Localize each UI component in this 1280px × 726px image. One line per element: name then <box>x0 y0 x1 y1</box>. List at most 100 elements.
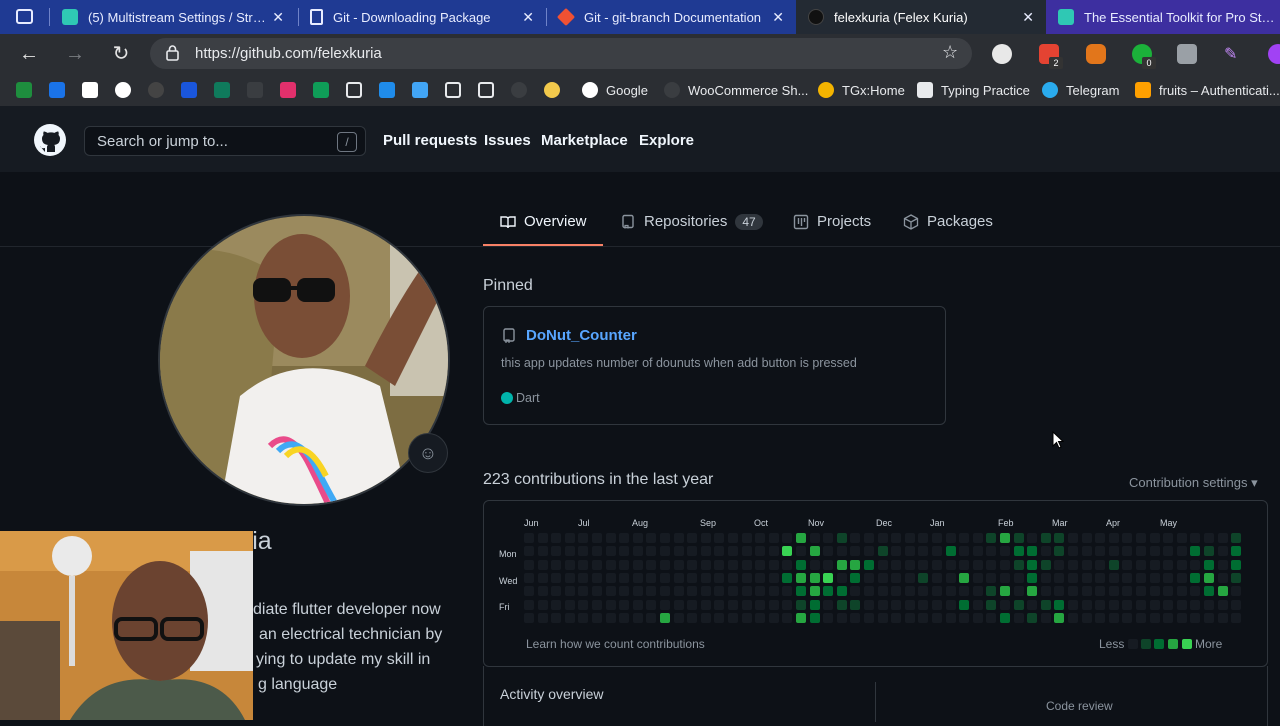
contribution-day-cell[interactable] <box>565 613 575 623</box>
contribution-day-cell[interactable] <box>1218 533 1228 543</box>
contribution-day-cell[interactable] <box>606 586 616 596</box>
contribution-day-cell[interactable] <box>1204 533 1214 543</box>
contribution-day-cell[interactable] <box>1027 546 1037 556</box>
contribution-day-cell[interactable] <box>1068 586 1078 596</box>
contribution-day-cell[interactable] <box>932 573 942 583</box>
contribution-day-cell[interactable] <box>755 546 765 556</box>
contribution-day-cell[interactable] <box>986 613 996 623</box>
bookmark[interactable] <box>379 80 403 100</box>
contribution-day-cell[interactable] <box>782 573 792 583</box>
contribution-day-cell[interactable] <box>1150 600 1160 610</box>
contribution-day-cell[interactable] <box>1082 546 1092 556</box>
contribution-day-cell[interactable] <box>932 586 942 596</box>
contribution-day-cell[interactable] <box>674 573 684 583</box>
contribution-day-cell[interactable] <box>660 600 670 610</box>
contribution-day-cell[interactable] <box>1041 586 1051 596</box>
contribution-day-cell[interactable] <box>619 573 629 583</box>
contribution-day-cell[interactable] <box>1218 613 1228 623</box>
contribution-day-cell[interactable] <box>769 586 779 596</box>
contribution-day-cell[interactable] <box>646 600 656 610</box>
contribution-day-cell[interactable] <box>878 573 888 583</box>
contribution-day-cell[interactable] <box>633 600 643 610</box>
contribution-day-cell[interactable] <box>850 586 860 596</box>
contribution-day-cell[interactable] <box>714 533 724 543</box>
contribution-day-cell[interactable] <box>1204 573 1214 583</box>
contribution-day-cell[interactable] <box>1218 560 1228 570</box>
contribution-day-cell[interactable] <box>850 613 860 623</box>
bookmark[interactable] <box>346 80 370 100</box>
contribution-day-cell[interactable] <box>728 533 738 543</box>
contribution-day-cell[interactable] <box>918 573 928 583</box>
contribution-day-cell[interactable] <box>1204 586 1214 596</box>
contribution-day-cell[interactable] <box>1150 573 1160 583</box>
contribution-day-cell[interactable] <box>905 600 915 610</box>
contribution-day-cell[interactable] <box>728 546 738 556</box>
search-input[interactable]: Search or jump to... / <box>84 126 366 156</box>
contribution-day-cell[interactable] <box>1150 560 1160 570</box>
contribution-day-cell[interactable] <box>606 573 616 583</box>
contribution-day-cell[interactable] <box>1204 546 1214 556</box>
contribution-day-cell[interactable] <box>837 560 847 570</box>
bookmark-woocommerce[interactable]: WooCommerce Sh... <box>664 80 808 100</box>
contribution-day-cell[interactable] <box>1150 533 1160 543</box>
contribution-day-cell[interactable] <box>864 586 874 596</box>
contribution-day-cell[interactable] <box>714 546 724 556</box>
contribution-day-cell[interactable] <box>728 600 738 610</box>
contribution-day-cell[interactable] <box>1068 560 1078 570</box>
contribution-day-cell[interactable] <box>1027 573 1037 583</box>
bookmark-tgx[interactable]: TGx:Home <box>818 80 905 100</box>
contribution-day-cell[interactable] <box>837 613 847 623</box>
contribution-day-cell[interactable] <box>986 546 996 556</box>
contribution-day-cell[interactable] <box>1177 586 1187 596</box>
contribution-day-cell[interactable] <box>1150 613 1160 623</box>
contribution-day-cell[interactable] <box>850 560 860 570</box>
tab-essential-toolkit[interactable]: The Essential Toolkit for Pro Strea <box>1046 0 1280 34</box>
contribution-day-cell[interactable] <box>538 546 548 556</box>
learn-contributions-link[interactable]: Learn how we count contributions <box>526 637 705 651</box>
contribution-day-cell[interactable] <box>905 560 915 570</box>
contribution-day-cell[interactable] <box>1218 573 1228 583</box>
contribution-day-cell[interactable] <box>1190 613 1200 623</box>
bookmark[interactable] <box>247 80 271 100</box>
contribution-day-cell[interactable] <box>1068 533 1078 543</box>
contribution-day-cell[interactable] <box>891 586 901 596</box>
contribution-day-cell[interactable] <box>1054 573 1064 583</box>
contribution-day-cell[interactable] <box>1177 613 1187 623</box>
contribution-day-cell[interactable] <box>619 586 629 596</box>
contribution-day-cell[interactable] <box>891 546 901 556</box>
extension-icon[interactable] <box>1177 44 1197 64</box>
contribution-day-cell[interactable] <box>1095 560 1105 570</box>
contribution-day-cell[interactable] <box>701 586 711 596</box>
contribution-day-cell[interactable] <box>1082 586 1092 596</box>
contribution-day-cell[interactable] <box>1054 560 1064 570</box>
contribution-day-cell[interactable] <box>878 533 888 543</box>
contribution-day-cell[interactable] <box>1109 613 1119 623</box>
contribution-day-cell[interactable] <box>973 533 983 543</box>
contribution-day-cell[interactable] <box>946 573 956 583</box>
contribution-day-cell[interactable] <box>606 613 616 623</box>
contribution-day-cell[interactable] <box>1177 560 1187 570</box>
bookmark[interactable] <box>445 80 469 100</box>
contribution-day-cell[interactable] <box>701 560 711 570</box>
contribution-day-cell[interactable] <box>973 586 983 596</box>
contribution-day-cell[interactable] <box>524 573 534 583</box>
contribution-day-cell[interactable] <box>864 546 874 556</box>
contribution-day-cell[interactable] <box>687 613 697 623</box>
contribution-settings-dropdown[interactable]: Contribution settings ▾ <box>1129 475 1258 491</box>
github-logo-icon[interactable] <box>33 123 67 157</box>
contribution-day-cell[interactable] <box>592 546 602 556</box>
contribution-day-cell[interactable] <box>606 600 616 610</box>
contribution-day-cell[interactable] <box>1136 560 1146 570</box>
contribution-day-cell[interactable] <box>1122 613 1132 623</box>
contribution-day-cell[interactable] <box>538 560 548 570</box>
contribution-day-cell[interactable] <box>1014 560 1024 570</box>
contribution-day-cell[interactable] <box>891 600 901 610</box>
contribution-day-cell[interactable] <box>524 586 534 596</box>
contribution-day-cell[interactable] <box>592 613 602 623</box>
contribution-day-cell[interactable] <box>1231 560 1241 570</box>
contribution-day-cell[interactable] <box>1218 586 1228 596</box>
tab-repositories[interactable]: Repositories 47 <box>620 213 763 230</box>
contribution-day-cell[interactable] <box>1122 546 1132 556</box>
contribution-day-cell[interactable] <box>1163 573 1173 583</box>
contribution-day-cell[interactable] <box>578 533 588 543</box>
